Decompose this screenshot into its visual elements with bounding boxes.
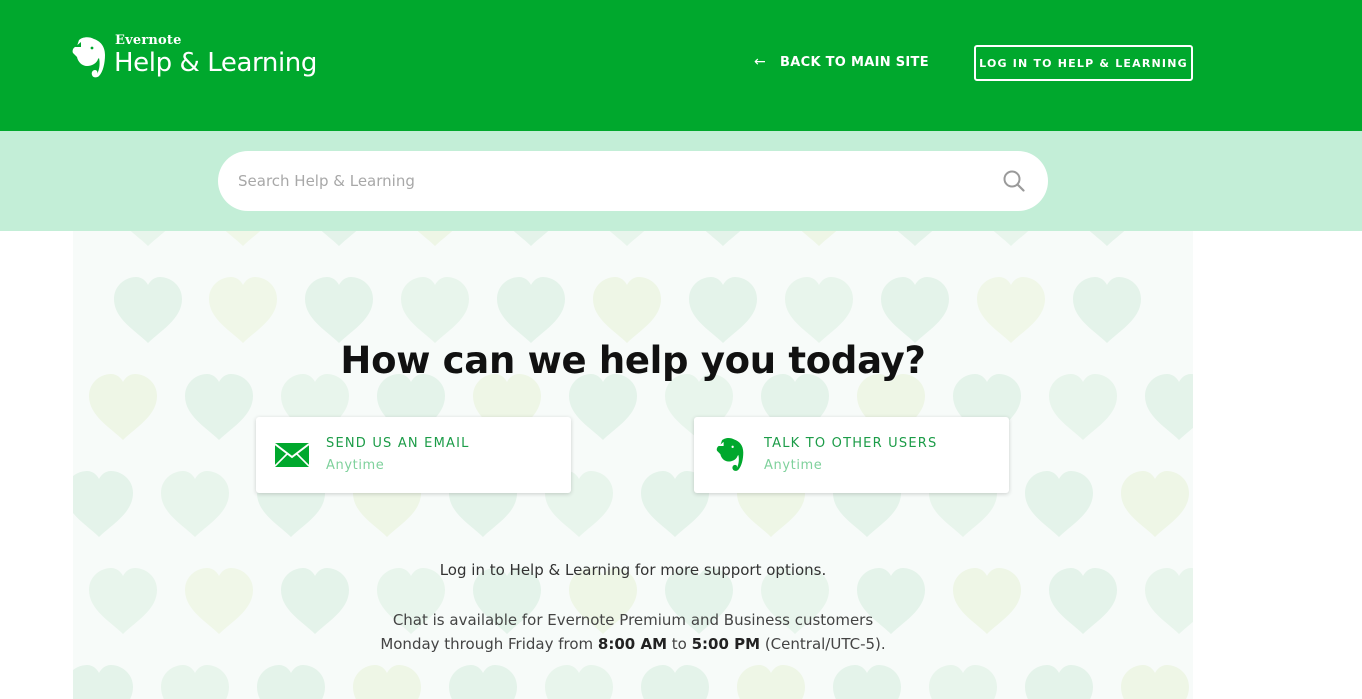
logo-link[interactable]: Evernote Help & Learning <box>72 34 317 80</box>
chat-days: Monday through Friday from <box>380 635 598 653</box>
talk-to-users-availability: Anytime <box>764 457 823 473</box>
login-button[interactable]: LOG IN TO HELP & LEARNING <box>974 45 1193 81</box>
top-header: Evernote Help & Learning ← BACK TO MAIN … <box>0 0 1362 131</box>
login-support-note: Log in to Help & Learning for more suppo… <box>439 561 827 579</box>
talk-to-users-title: TALK TO OTHER USERS <box>764 435 938 451</box>
search-band <box>0 131 1362 231</box>
chat-availability-note: Chat is available for Evernote Premium a… <box>73 608 1193 656</box>
elephant-icon <box>714 437 748 472</box>
chat-end-time: 5:00 PM <box>691 635 761 653</box>
search-input[interactable] <box>238 172 1002 190</box>
chat-timezone: (Central/UTC-5). <box>760 635 886 653</box>
arrow-left-icon: ← <box>754 54 767 70</box>
talk-to-users-card[interactable]: TALK TO OTHER USERS Anytime <box>694 417 1009 493</box>
hero-section: How can we help you today? SEND US AN EM… <box>73 231 1193 699</box>
chat-to: to <box>667 635 692 653</box>
back-to-main-site-link[interactable]: ← BACK TO MAIN SITE <box>754 54 929 70</box>
back-link-label: BACK TO MAIN SITE <box>780 54 929 70</box>
logo-brand: Evernote <box>115 33 182 48</box>
chat-start-time: 8:00 AM <box>597 635 667 653</box>
search-icon[interactable] <box>1002 169 1026 193</box>
send-email-title: SEND US AN EMAIL <box>326 435 470 451</box>
logo-title: Help & Learning <box>114 48 317 78</box>
send-email-availability: Anytime <box>326 457 385 473</box>
chat-line-1: Chat is available for Evernote Premium a… <box>392 611 874 629</box>
send-email-card[interactable]: SEND US AN EMAIL Anytime <box>256 417 571 493</box>
chat-line-2: Monday through Friday from 8:00 AM to 5:… <box>73 632 1193 656</box>
search-box <box>218 151 1048 211</box>
page-headline: How can we help you today? <box>340 339 926 382</box>
evernote-elephant-logo-icon <box>72 37 105 78</box>
envelope-icon <box>275 438 309 472</box>
